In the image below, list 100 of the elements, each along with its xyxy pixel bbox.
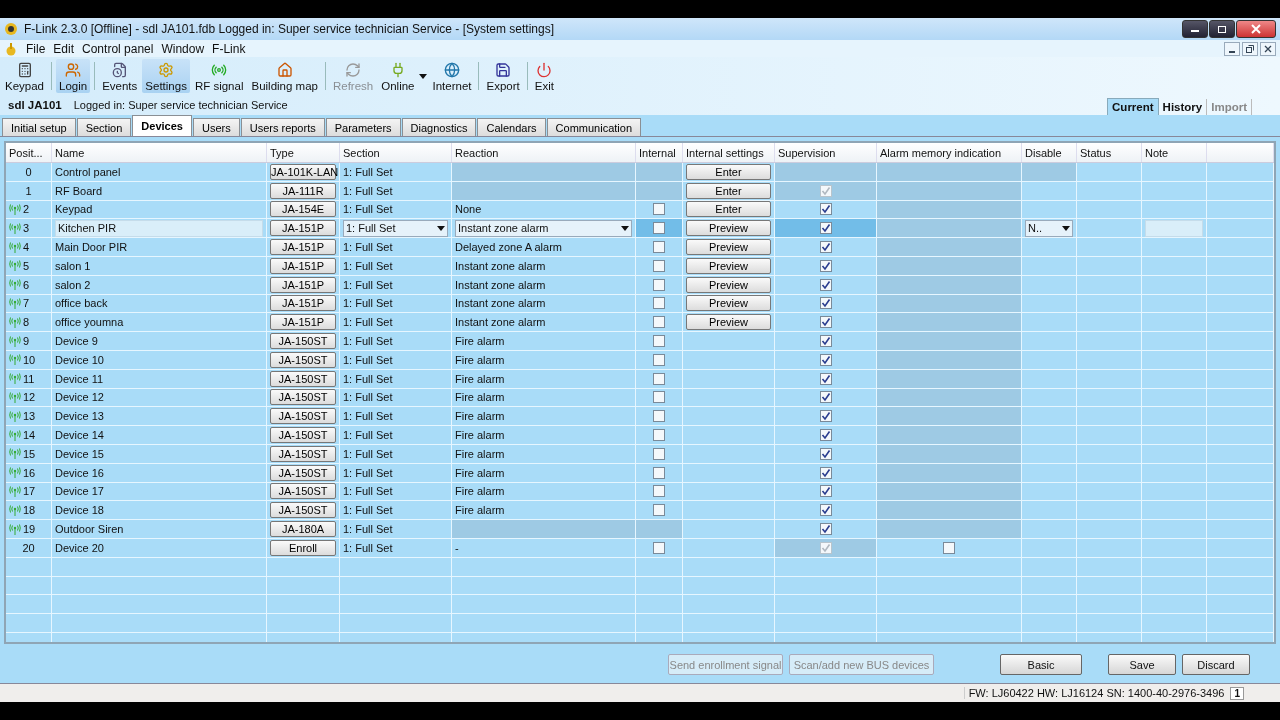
tab[interactable]: Users — [192, 118, 240, 136]
column-header[interactable]: Type — [267, 143, 340, 162]
caret-icon[interactable] — [419, 73, 428, 79]
model-button[interactable]: JA-151P — [270, 257, 336, 274]
supervision-checkbox[interactable] — [819, 335, 832, 348]
menu-item[interactable]: Edit — [53, 41, 75, 56]
toolbar-button[interactable]: Building map — [248, 59, 321, 93]
toolbar-button[interactable]: RF signal — [191, 59, 247, 93]
alarm-memory-checkbox[interactable] — [943, 541, 955, 554]
internal-checkbox[interactable] — [653, 297, 665, 310]
row-action-button[interactable]: Preview — [686, 276, 771, 293]
toolbar-button[interactable]: Settings — [142, 59, 190, 93]
column-header[interactable]: Posit... — [6, 143, 52, 162]
menu-item[interactable]: File — [26, 41, 46, 56]
internal-checkbox[interactable] — [653, 241, 665, 254]
column-header[interactable]: Alarm memory indication — [877, 143, 1022, 162]
supervision-checkbox[interactable] — [819, 429, 832, 442]
maximize-button[interactable] — [1209, 20, 1235, 38]
table-cell[interactable]: Outdoor Siren — [52, 520, 267, 539]
internal-checkbox[interactable] — [653, 447, 665, 460]
internal-checkbox[interactable] — [653, 485, 665, 498]
toolbar-button[interactable]: Login — [56, 59, 91, 93]
view-tab[interactable]: Current — [1107, 98, 1159, 115]
model-button[interactable]: JA-151P — [270, 276, 336, 293]
disable-dropdown[interactable]: N.. — [1025, 219, 1073, 237]
row-action-button[interactable]: Preview — [686, 257, 771, 274]
internal-checkbox[interactable] — [653, 429, 665, 442]
table-cell[interactable]: Control panel — [52, 163, 267, 182]
close-button[interactable] — [1260, 41, 1276, 56]
supervision-checkbox[interactable] — [819, 203, 832, 216]
internal-checkbox[interactable] — [653, 372, 665, 385]
internal-checkbox[interactable] — [653, 222, 665, 235]
section-dropdown[interactable]: 1: Full Set — [343, 219, 448, 237]
supervision-checkbox[interactable] — [819, 466, 832, 479]
internal-checkbox[interactable] — [653, 466, 665, 479]
column-header[interactable]: Section — [340, 143, 452, 162]
internal-checkbox[interactable] — [653, 541, 665, 554]
supervision-checkbox[interactable] — [819, 222, 832, 235]
action-button[interactable]: Save — [1108, 654, 1176, 675]
column-header[interactable]: Supervision — [775, 143, 877, 162]
supervision-checkbox[interactable] — [819, 316, 832, 329]
model-button[interactable]: Enroll — [270, 539, 336, 556]
model-button[interactable]: JA-151P — [270, 314, 336, 331]
model-button[interactable]: JA-154E — [270, 201, 336, 218]
row-action-button[interactable]: Preview — [686, 239, 771, 256]
internal-checkbox[interactable] — [653, 410, 665, 423]
model-button[interactable]: JA-151P — [270, 220, 336, 237]
model-button[interactable]: JA-150ST — [270, 445, 336, 462]
tab[interactable]: Communication — [546, 118, 641, 136]
row-action-button[interactable]: Preview — [686, 295, 771, 312]
menu-item[interactable]: Control panel — [82, 41, 154, 56]
model-button[interactable]: JA-150ST — [270, 502, 336, 519]
model-button[interactable]: JA-150ST — [270, 464, 336, 481]
caret-icon[interactable] — [437, 225, 445, 231]
row-action-button[interactable]: Preview — [686, 314, 771, 331]
model-button[interactable]: JA-111R — [270, 182, 336, 199]
supervision-checkbox[interactable] — [819, 410, 832, 423]
table-cell[interactable]: Device 13 — [52, 407, 267, 427]
action-button[interactable]: Basic — [1000, 654, 1082, 675]
model-button[interactable]: JA-150ST — [270, 427, 336, 444]
internal-checkbox[interactable] — [653, 353, 665, 366]
toolbar-button[interactable]: Online — [378, 59, 418, 93]
supervision-checkbox[interactable] — [819, 297, 832, 310]
column-header[interactable]: Note — [1142, 143, 1207, 162]
row-action-button[interactable]: Enter — [686, 201, 771, 218]
model-button[interactable]: JA-101K-LAN — [270, 163, 336, 180]
internal-checkbox[interactable] — [653, 504, 665, 517]
tab[interactable]: Parameters — [325, 118, 401, 136]
table-cell[interactable]: Main Door PIR — [52, 238, 267, 257]
tab[interactable]: Devices — [132, 115, 192, 136]
column-header[interactable]: Status — [1077, 143, 1142, 162]
caret-icon[interactable] — [621, 225, 629, 231]
model-button[interactable]: JA-150ST — [270, 370, 336, 387]
column-header[interactable]: Internal — [636, 143, 683, 162]
caret-icon[interactable] — [1062, 225, 1070, 231]
table-cell[interactable]: Device 14 — [52, 426, 267, 445]
supervision-checkbox[interactable] — [819, 504, 832, 517]
minimize-button[interactable] — [1224, 41, 1240, 56]
internal-checkbox[interactable] — [653, 335, 665, 348]
internal-checkbox[interactable] — [653, 316, 665, 329]
supervision-checkbox[interactable] — [819, 485, 832, 498]
model-button[interactable]: JA-150ST — [270, 351, 336, 368]
column-header[interactable]: Internal settings — [683, 143, 775, 162]
table-cell[interactable]: Device 18 — [52, 501, 267, 521]
menu-item[interactable]: Window — [161, 41, 205, 56]
minimize-button[interactable] — [1182, 20, 1208, 38]
internal-checkbox[interactable] — [653, 278, 665, 291]
toolbar-button[interactable]: Internet — [429, 59, 475, 93]
row-action-button[interactable]: Preview — [686, 220, 771, 237]
close-button[interactable] — [1236, 20, 1276, 38]
internal-checkbox[interactable] — [653, 259, 665, 272]
tab[interactable]: Users reports — [240, 118, 325, 136]
supervision-checkbox[interactable] — [819, 447, 832, 460]
supervision-checkbox[interactable] — [819, 241, 832, 254]
row-action-button[interactable]: Enter — [686, 163, 771, 180]
supervision-checkbox[interactable] — [819, 278, 832, 291]
column-header[interactable]: Reaction — [452, 143, 636, 162]
internal-checkbox[interactable] — [653, 391, 665, 404]
tab[interactable]: Section — [76, 118, 132, 136]
model-button[interactable]: JA-150ST — [270, 408, 336, 425]
